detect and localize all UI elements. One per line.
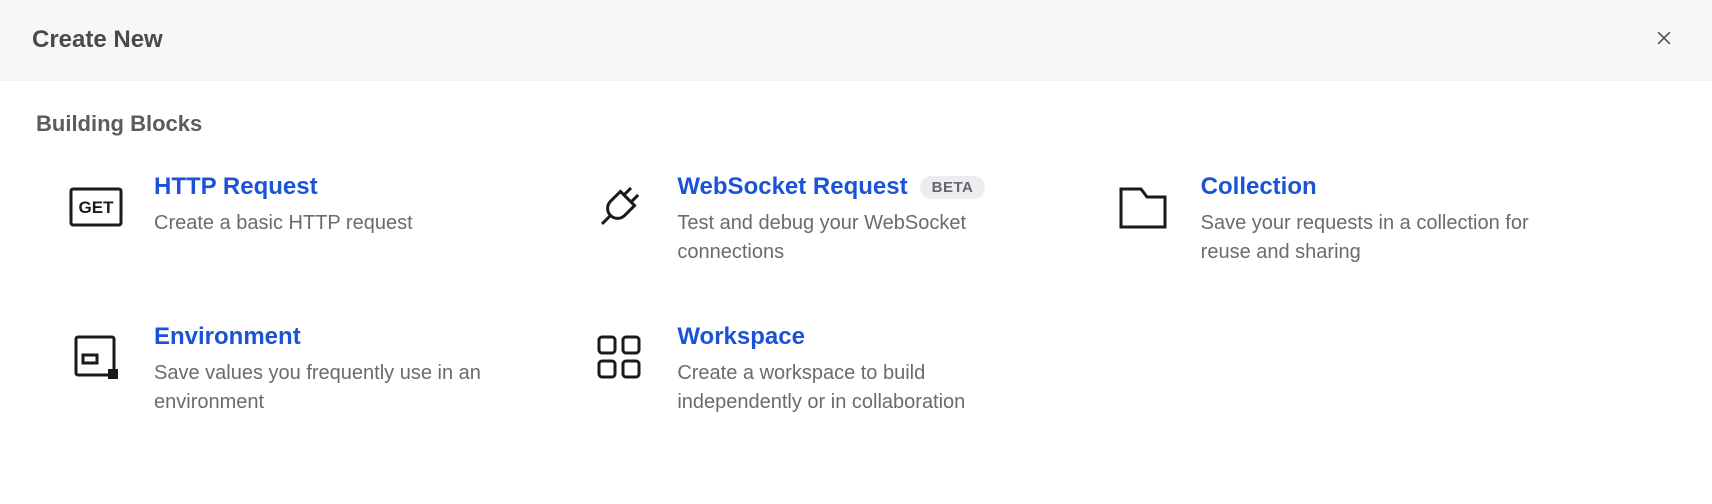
card-description: Save values you frequently use in an env… bbox=[154, 359, 529, 417]
websocket-plug-icon bbox=[589, 177, 649, 237]
card-title: Workspace bbox=[677, 323, 805, 351]
card-title: Collection bbox=[1201, 173, 1317, 201]
card-body: Collection Save your requests in a colle… bbox=[1201, 173, 1576, 267]
card-body: HTTP Request Create a basic HTTP request bbox=[154, 173, 529, 238]
card-title: HTTP Request bbox=[154, 173, 318, 201]
folder-icon bbox=[1113, 177, 1173, 237]
card-websocket-request[interactable]: WebSocket Request BETA Test and debug yo… bbox=[559, 169, 1072, 271]
dialog-title: Create New bbox=[32, 26, 163, 54]
http-get-icon: GET bbox=[66, 177, 126, 237]
building-blocks-section: Building Blocks GET HTTP Request Create … bbox=[0, 81, 1712, 421]
svg-text:GET: GET bbox=[79, 198, 115, 217]
card-body: Environment Save values you frequently u… bbox=[154, 323, 529, 417]
card-description: Create a workspace to build independentl… bbox=[677, 359, 1052, 417]
dialog-header: Create New bbox=[0, 0, 1712, 81]
section-title: Building Blocks bbox=[36, 111, 1676, 137]
card-workspace[interactable]: Workspace Create a workspace to build in… bbox=[559, 319, 1072, 421]
card-title: WebSocket Request bbox=[677, 173, 907, 201]
close-icon bbox=[1654, 28, 1674, 53]
card-body: WebSocket Request BETA Test and debug yo… bbox=[677, 173, 1052, 267]
card-environment[interactable]: Environment Save values you frequently u… bbox=[36, 319, 549, 421]
workspace-grid-icon bbox=[589, 327, 649, 387]
close-button[interactable] bbox=[1648, 24, 1680, 56]
beta-badge: BETA bbox=[920, 176, 986, 199]
card-http-request[interactable]: GET HTTP Request Create a basic HTTP req… bbox=[36, 169, 549, 271]
card-title: Environment bbox=[154, 323, 301, 351]
card-description: Create a basic HTTP request bbox=[154, 209, 529, 238]
card-description: Save your requests in a collection for r… bbox=[1201, 209, 1576, 267]
building-blocks-grid: GET HTTP Request Create a basic HTTP req… bbox=[36, 169, 1596, 421]
card-body: Workspace Create a workspace to build in… bbox=[677, 323, 1052, 417]
card-collection[interactable]: Collection Save your requests in a colle… bbox=[1083, 169, 1596, 271]
card-description: Test and debug your WebSocket connection… bbox=[677, 209, 1052, 267]
environment-icon bbox=[66, 327, 126, 387]
